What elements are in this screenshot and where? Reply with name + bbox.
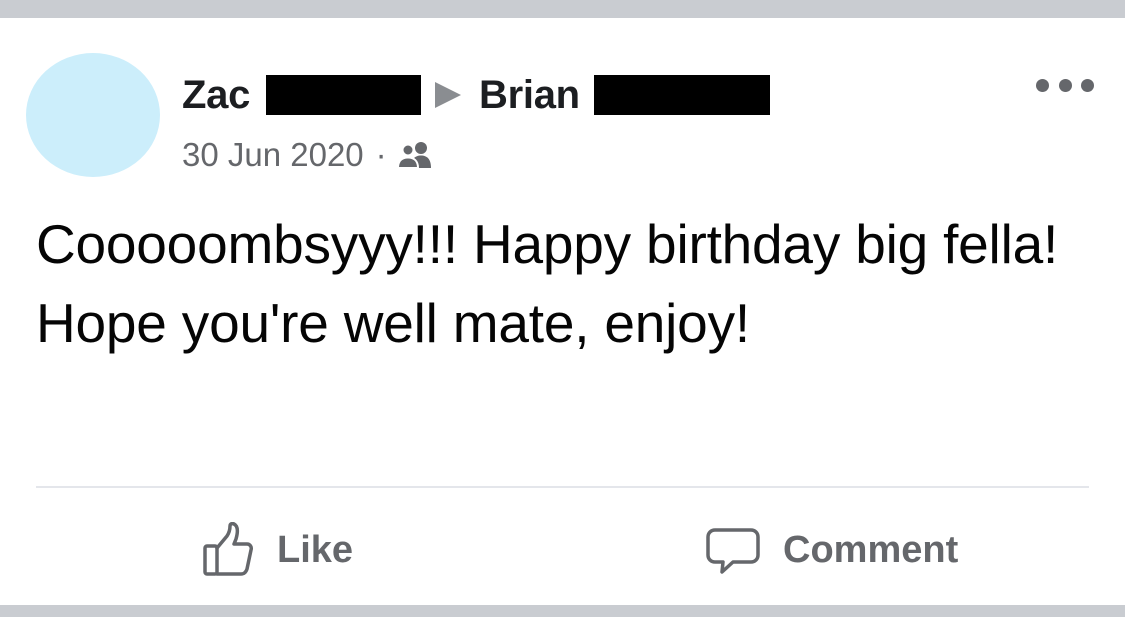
like-label: Like	[277, 528, 354, 571]
redacted-author-surname	[266, 75, 422, 115]
redacted-target-surname	[593, 75, 770, 115]
actions-divider	[36, 486, 1089, 488]
top-feed-separator	[0, 0, 1125, 18]
comment-label: Comment	[783, 528, 959, 571]
meta-separator: ·	[375, 136, 387, 173]
post-header: Zac Brian	[182, 70, 770, 120]
arrow-right-icon	[435, 82, 462, 108]
post-text: Cooooombsyyy!!! Happy birthday big fella…	[36, 213, 1059, 354]
speech-bubble-icon	[706, 528, 760, 574]
post-date[interactable]: 30 Jun 2020	[182, 136, 364, 174]
bottom-feed-separator	[0, 605, 1125, 617]
target-name[interactable]: Brian	[479, 73, 580, 118]
facebook-post-screenshot: Zac Brian 30 Jun 2020 · Cooooombsyyy!!! …	[0, 0, 1125, 617]
avatar[interactable]	[26, 53, 160, 177]
friends-icon	[396, 140, 435, 170]
thumbs-up-icon	[203, 522, 253, 576]
post-meta: 30 Jun 2020 ·	[182, 133, 435, 177]
like-button[interactable]: Like	[201, 515, 353, 585]
comment-button[interactable]: Comment	[705, 515, 958, 585]
author-name[interactable]: Zac	[182, 73, 250, 118]
more-options-icon[interactable]	[1036, 73, 1094, 97]
